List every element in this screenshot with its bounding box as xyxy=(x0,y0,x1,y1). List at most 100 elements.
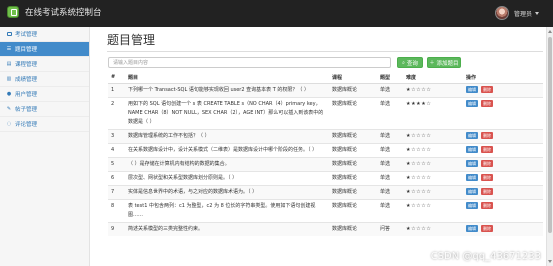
cell-number: 8 xyxy=(108,198,125,222)
delete-button[interactable]: 删除 xyxy=(481,132,493,139)
sidebar-item-exams[interactable]: 考试管理 xyxy=(0,27,89,42)
title-divider xyxy=(107,51,543,52)
difficulty-stars: ★☆☆☆☆ xyxy=(406,174,432,181)
user-icon: ● xyxy=(6,91,12,97)
user-name: 管理员 xyxy=(513,10,532,18)
delete-button[interactable]: 删除 xyxy=(481,188,493,195)
delete-button[interactable]: 删除 xyxy=(481,174,493,181)
sidebar-item-posts[interactable]: ✎ 帖子管理 xyxy=(0,102,89,117)
table-row: 7 实体是信息世界中的术语，与之对应的数据库术语为。（ ）数据库概论 单选 ★☆☆☆☆… xyxy=(108,184,543,199)
brand[interactable]: 在线考试系统控制台 xyxy=(7,6,102,18)
delete-button[interactable]: 删除 xyxy=(481,225,493,232)
delete-button[interactable]: 删除 xyxy=(481,160,493,167)
cell-number: 1 xyxy=(108,82,125,97)
cell-difficulty: ★☆☆☆☆ xyxy=(403,221,463,236)
table-row: 1 下列哪一个 Transact-SQL 语句能够实现收回 user2 查询基本表… xyxy=(108,82,543,97)
edit-button[interactable]: 编辑 xyxy=(466,160,478,167)
cell-course: 数据库概论 xyxy=(329,128,377,143)
vertical-scrollbar[interactable] xyxy=(546,27,553,266)
cell-difficulty: ★☆☆☆☆ xyxy=(403,156,463,171)
column-header-question: 题目 xyxy=(125,72,329,84)
cell-actions: 编辑 删除 xyxy=(463,96,543,129)
sidebar-item-courses[interactable]: ▤ 课程管理 xyxy=(0,57,89,72)
difficulty-stars: ★☆☆☆☆ xyxy=(406,146,432,153)
delete-button[interactable]: 删除 xyxy=(481,146,493,153)
search-button[interactable]: ⌕ 查询 xyxy=(397,57,423,68)
edit-button[interactable]: 编辑 xyxy=(466,188,478,195)
cell-type: 单选 xyxy=(377,198,403,222)
cell-question: 表 test1 中包含两列：c1 为整型，c2 为 8 位长的字符串类型。使用如… xyxy=(125,198,329,222)
difficulty-stars: ★☆☆☆☆ xyxy=(406,86,432,93)
edit-button[interactable]: 编辑 xyxy=(466,202,478,209)
cell-number: 3 xyxy=(108,128,125,143)
cell-actions: 编辑 删除 xyxy=(463,184,543,199)
plus-icon: ＋ xyxy=(429,60,435,66)
sidebar-item-label: 评论管理 xyxy=(15,122,38,128)
sidebar-item-comments[interactable]: ◌ 评论管理 xyxy=(0,117,89,132)
cell-difficulty: ★☆☆☆☆ xyxy=(403,184,463,199)
delete-button[interactable]: 删除 xyxy=(481,202,493,209)
column-header-actions: 操作 xyxy=(463,72,543,84)
cell-type: 单选 xyxy=(377,128,403,143)
cell-number: 5 xyxy=(108,156,125,171)
add-button-label: 添加题目 xyxy=(436,60,459,67)
scroll-up-icon[interactable] xyxy=(548,30,552,33)
cell-type: 问答 xyxy=(377,221,403,236)
cell-question: 实体是信息世界中的术语，与之对应的数据库术语为。（ ） xyxy=(125,184,329,199)
page-title: 题目管理 xyxy=(107,33,156,47)
sidebar-item-scores[interactable]: ▥ 成绩管理 xyxy=(0,72,89,87)
cell-difficulty: ★☆☆☆☆ xyxy=(403,198,463,222)
table-row: 2 用如下的 SQL 语句创建一个 s 表 CREATE TABLE s（NO C… xyxy=(108,96,543,129)
cell-course: 数据库概论 xyxy=(329,96,377,129)
cell-actions: 编辑 删除 xyxy=(463,221,543,236)
cell-actions: 编辑 删除 xyxy=(463,198,543,222)
app-title: 在线考试系统控制台 xyxy=(25,8,102,18)
list-icon: ☰ xyxy=(6,46,12,52)
cell-question: （ ）是存储在计算机内有结构的数据的集合。 xyxy=(125,156,329,171)
sidebar-item-users[interactable]: ● 用户管理 xyxy=(0,87,89,102)
user-menu[interactable]: 管理员 xyxy=(494,6,539,20)
cell-course: 数据库概论 xyxy=(329,184,377,199)
column-header-type: 题型 xyxy=(377,72,403,84)
sidebar-item-questions[interactable]: ☰ 题目管理 xyxy=(0,42,89,57)
cell-type: 单选 xyxy=(377,170,403,185)
questions-table: # 题目 课程 题型 难度 操作 1 下列哪一个 Transact-SQL 语句能… xyxy=(108,72,543,236)
table-row: 3 数据库管理系统的工作不包括？（ ）数据库概论 单选 ★☆☆☆☆ 编辑 删除 xyxy=(108,128,543,143)
edit-button[interactable]: 编辑 xyxy=(466,225,478,232)
difficulty-stars: ★★★★☆ xyxy=(406,100,432,107)
column-header-difficulty: 难度 xyxy=(403,72,463,84)
edit-button[interactable]: 编辑 xyxy=(466,100,478,107)
cell-question: 数据库管理系统的工作不包括？（ ） xyxy=(125,128,329,143)
sidebar-item-label: 用户管理 xyxy=(15,92,38,98)
search-icon: ⌕ xyxy=(402,59,405,66)
edit-button[interactable]: 编辑 xyxy=(466,146,478,153)
cell-difficulty: ★☆☆☆☆ xyxy=(403,82,463,97)
cell-actions: 编辑 删除 xyxy=(463,82,543,97)
edit-button[interactable]: 编辑 xyxy=(466,132,478,139)
cell-course: 数据库概论 xyxy=(329,142,377,157)
scroll-down-icon[interactable] xyxy=(548,260,552,263)
edit-button[interactable]: 编辑 xyxy=(466,174,478,181)
add-question-button[interactable]: ＋ 添加题目 xyxy=(427,57,461,68)
column-header-course: 课程 xyxy=(329,72,377,84)
cell-course: 数据库概论 xyxy=(329,156,377,171)
table-header-row: # 题目 课程 题型 难度 操作 xyxy=(108,72,543,84)
sidebar-item-label: 题目管理 xyxy=(15,47,38,53)
table-row: 5 （ ）是存储在计算机内有结构的数据的集合。 数据库概论 单选 ★☆☆☆☆ 编辑 删除 xyxy=(108,156,543,171)
column-header-number: # xyxy=(108,72,125,84)
edit-button[interactable]: 编辑 xyxy=(466,86,478,93)
delete-button[interactable]: 删除 xyxy=(481,100,493,107)
pencil-icon: ✎ xyxy=(6,106,12,112)
search-button-label: 查询 xyxy=(406,60,418,67)
cell-number: 2 xyxy=(108,96,125,129)
search-input[interactable] xyxy=(108,57,391,68)
cell-type: 单选 xyxy=(377,184,403,199)
cell-question: 用如下的 SQL 语句创建一个 s 表 CREATE TABLE s（NO CH… xyxy=(125,96,329,129)
cell-difficulty: ★☆☆☆☆ xyxy=(403,128,463,143)
cell-number: 7 xyxy=(108,184,125,199)
delete-button[interactable]: 删除 xyxy=(481,86,493,93)
scroll-thumb[interactable] xyxy=(548,37,552,233)
difficulty-stars: ★☆☆☆☆ xyxy=(406,202,432,209)
cell-course: 数据库概论 xyxy=(329,82,377,97)
difficulty-stars: ★☆☆☆☆ xyxy=(406,132,432,139)
